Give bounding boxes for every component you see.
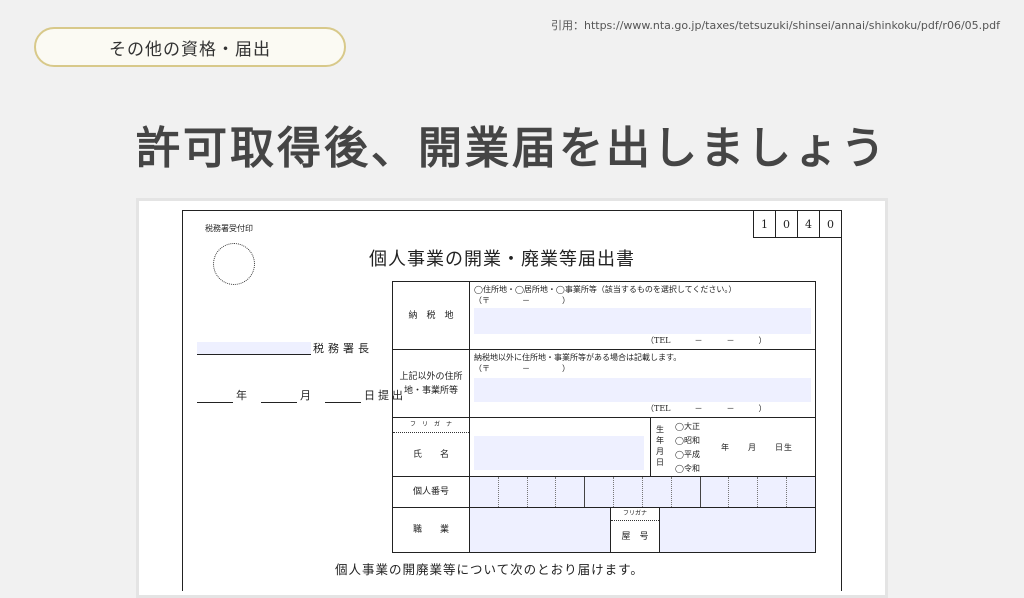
birth-ymd: 年 月 日生: [721, 443, 793, 452]
other-address-postal: （〒 － ）: [474, 364, 570, 373]
other-address-value: 納税地以外に住所地・事業所等がある場合は記載します。 （〒 － ） （TEL －…: [470, 350, 815, 417]
form-code: 1 0 4 0: [753, 211, 841, 238]
stamp-label: 税務署受付印: [205, 224, 253, 233]
stamp-circle: [213, 243, 255, 285]
other-address-row: 上記以外の住所地・事業所等 納税地以外に住所地・事業所等がある場合は記載します。…: [393, 349, 815, 417]
my-number-row: 個人番号: [393, 476, 815, 507]
era-taisho: ◯大正: [675, 422, 700, 431]
month-blank: [261, 390, 297, 403]
name-row: フ リ ガ ナ 氏 名 生年月日 ◯大正 ◯昭和 ◯平成 ◯令和 年 月 日生: [393, 417, 815, 476]
form-title: 個人事業の開業・廃業等届出書: [369, 249, 635, 270]
tax-place-address-field: [474, 308, 811, 334]
job-label: 職 業: [393, 508, 470, 552]
era-reiwa: ◯令和: [675, 464, 700, 473]
furigana-label: フ リ ガ ナ: [393, 418, 469, 433]
birth-date: 生年月日 ◯大正 ◯昭和 ◯平成 ◯令和 年 月 日生: [650, 418, 841, 476]
other-address-field: [474, 378, 811, 402]
job-row: 職 業 フリガナ 屋 号: [393, 507, 815, 552]
tax-place-value: ◯住所地・◯居所地・◯事業所等（該当するものを選択してください。） （〒 － ）…: [470, 282, 815, 349]
era-heisei: ◯平成: [675, 450, 700, 459]
tax-place-tel: （TEL － － ）: [646, 336, 767, 345]
office-name-field: [197, 342, 311, 355]
business-start-form: 税務署受付印 1 0 4 0 個人事業の開業・廃業等届出書 税務署長 年 月 日…: [182, 210, 842, 591]
my-number-cells: [470, 477, 815, 507]
code-digit: 0: [775, 211, 797, 237]
shop-label: 屋 号: [621, 532, 649, 542]
my-number-label: 個人番号: [393, 477, 470, 507]
shop-furigana: フリガナ: [611, 508, 659, 521]
page-title: 許可取得後、開業届を出しましょう: [136, 123, 888, 174]
job-value: フリガナ 屋 号: [470, 508, 815, 552]
code-digit: 1: [761, 217, 768, 231]
tax-place-options: ◯住所地・◯居所地・◯事業所等（該当するものを選択してください。）: [474, 285, 737, 294]
code-digit: 4: [797, 211, 819, 237]
era-options: ◯大正 ◯昭和 ◯平成 ◯令和: [675, 420, 700, 476]
office-suffix: 税務署長: [313, 342, 373, 355]
tax-place-row: 納 税 地 ◯住所地・◯居所地・◯事業所等（該当するものを選択してください。） …: [393, 282, 815, 349]
job-field: [470, 508, 611, 552]
month-label: 月: [300, 389, 311, 402]
day-blank: [325, 390, 361, 403]
code-digit: 0: [819, 211, 841, 237]
name-label-cell: フ リ ガ ナ 氏 名: [393, 418, 470, 476]
year-blank: [197, 390, 233, 403]
tax-place-postal: （〒 － ）: [474, 296, 570, 305]
shop-field: [660, 508, 815, 552]
era-showa: ◯昭和: [675, 436, 700, 445]
form-grid: 納 税 地 ◯住所地・◯居所地・◯事業所等（該当するものを選択してください。） …: [392, 281, 816, 553]
other-address-label: 上記以外の住所地・事業所等: [393, 350, 470, 417]
submit-date: 年 月 日提出: [197, 387, 406, 403]
name-field: [474, 436, 644, 470]
other-address-tel: （TEL － － ）: [646, 404, 767, 413]
tax-place-label: 納 税 地: [393, 282, 470, 349]
other-address-note: 納税地以外に住所地・事業所等がある場合は記載します。: [474, 353, 682, 362]
form-footer: 個人事業の開廃業等について次のとおり届けます。: [335, 562, 644, 577]
section-badge: その他の資格・届出: [34, 27, 346, 67]
name-value: 生年月日 ◯大正 ◯昭和 ◯平成 ◯令和 年 月 日生: [470, 418, 815, 476]
year-label: 年: [236, 389, 247, 402]
my-number-field: [470, 477, 815, 507]
name-label: 氏 名: [412, 449, 449, 460]
citation-text: 引用：https://www.nta.go.jp/taxes/tetsuzuki…: [550, 19, 1000, 32]
shop-label-cell: フリガナ 屋 号: [611, 508, 660, 552]
birth-label: 生年月日: [656, 425, 664, 467]
